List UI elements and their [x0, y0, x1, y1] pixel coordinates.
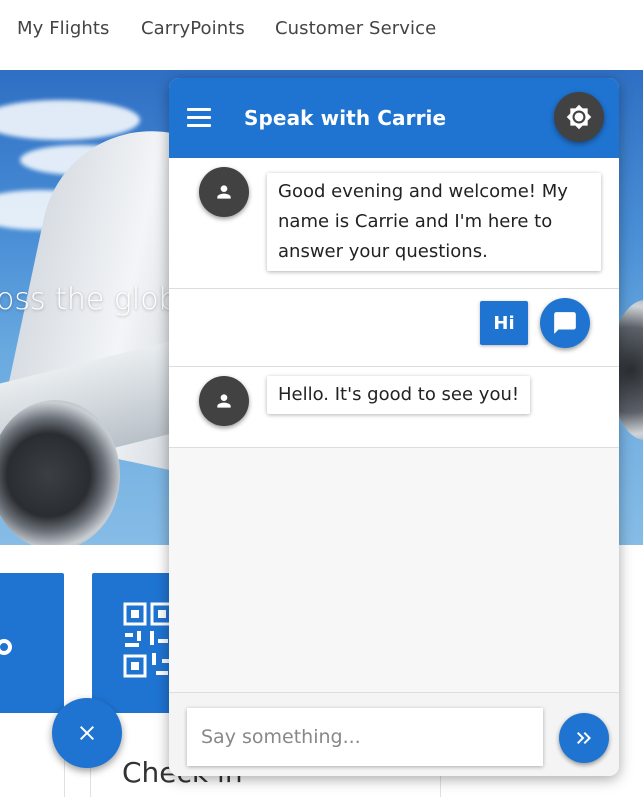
brightness-icon	[566, 104, 592, 130]
chat-message-bot: Good evening and welcome! My name is Car…	[169, 158, 619, 289]
chat-message-bot: Hello. It's good to see you!	[169, 367, 619, 448]
nav-my-flights[interactable]: My Flights	[17, 18, 110, 39]
message-bubble: Hello. It's good to see you!	[267, 376, 531, 414]
cloud	[0, 100, 140, 140]
chat-header: Speak with Carrie	[169, 78, 619, 158]
theme-toggle-button[interactable]	[554, 92, 604, 142]
message-bubble: Good evening and welcome! My name is Car…	[267, 173, 601, 271]
double-chevron-right-icon	[577, 732, 591, 744]
nav-customer-service[interactable]: Customer Service	[275, 18, 436, 39]
menu-icon[interactable]	[187, 108, 211, 128]
hero-tagline: oss the globe	[0, 282, 197, 317]
bot-avatar	[199, 376, 249, 426]
qr-code-icon	[122, 601, 174, 684]
chat-bubble-icon	[554, 312, 576, 334]
nav-carrypoints[interactable]: CarryPoints	[141, 18, 245, 39]
chat-footer	[169, 692, 619, 776]
bot-avatar	[199, 167, 249, 217]
chat-widget: Speak with Carrie Good evening and welco…	[169, 78, 619, 776]
user-message-bubble: Hi	[480, 301, 528, 345]
chat-message-user: Hi	[169, 289, 619, 367]
chat-message-input[interactable]	[187, 708, 543, 766]
top-nav: My Flights CarryPoints Customer Service	[0, 0, 643, 70]
send-button[interactable]	[559, 713, 609, 763]
person-icon	[217, 394, 231, 408]
user-avatar	[540, 298, 590, 348]
chat-title: Speak with Carrie	[244, 106, 447, 130]
close-chat-button[interactable]	[52, 698, 122, 768]
tile-icon	[0, 633, 18, 668]
service-tile-left[interactable]	[0, 573, 64, 713]
close-icon	[80, 726, 94, 740]
person-icon	[217, 185, 231, 199]
